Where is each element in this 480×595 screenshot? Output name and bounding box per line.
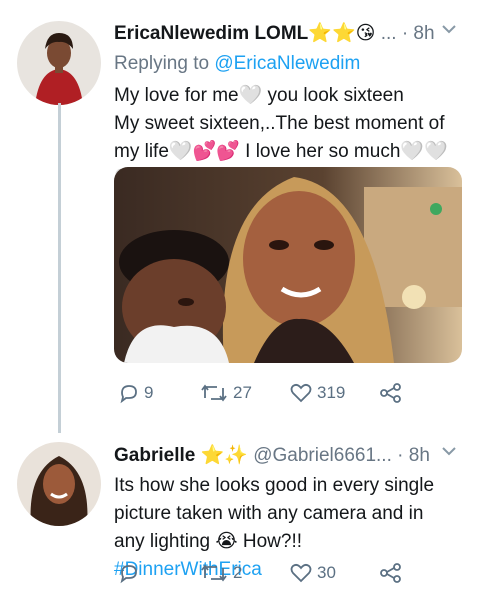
share-icon [380,383,401,403]
tweet-actions: 2 30 [118,562,418,584]
display-name[interactable]: Gabrielle [114,445,195,466]
display-name[interactable]: EricaNlewedim LOML [114,23,308,44]
avatar[interactable] [17,442,101,526]
chevron-down-icon[interactable] [440,442,458,465]
chevron-down-icon[interactable] [440,20,458,43]
retweet-icon [201,384,227,402]
share-button[interactable] [379,562,403,584]
tweet-header: EricaNlewedim LOML⭐⭐😘 ... · 8h [114,22,435,46]
replying-handle[interactable]: @EricaNlewedim [214,53,360,74]
like-button[interactable]: 319 [289,382,379,404]
like-count: 30 [317,563,336,582]
tweet-gabrielle[interactable]: Gabrielle ⭐✨ @Gabriel6661... · 8h Its ho… [0,430,480,595]
reply-icon [120,565,137,584]
name-emoji: ⭐⭐😘 [308,23,376,44]
replying-to: Replying to @EricaNlewedim [114,53,360,75]
tweet-actions: 9 27 319 [118,382,418,404]
like-icon [290,563,312,583]
replying-prefix: Replying to [114,53,210,74]
retweet-button[interactable]: 2 [199,562,289,584]
handle-ellipsis: ... [380,23,397,44]
retweet-count: 2 [233,563,243,582]
timestamp[interactable]: · 8h [397,445,430,466]
reply-button[interactable]: 9 [118,382,178,404]
share-icon [380,563,401,583]
retweet-count: 27 [233,383,252,402]
thread-line [58,103,61,433]
retweet-icon [201,564,227,582]
like-icon [290,383,312,403]
reply-button[interactable] [118,562,178,584]
tweet-erica[interactable]: EricaNlewedim LOML⭐⭐😘 ... · 8h Replying … [0,0,480,433]
handle[interactable]: @Gabriel6661... [253,445,392,466]
timestamp[interactable]: · 8h [402,23,435,44]
reply-count: 9 [144,383,154,402]
tweet-header: Gabrielle ⭐✨ @Gabriel6661... · 8h [114,444,430,468]
reply-icon [120,385,137,404]
retweet-button[interactable]: 27 [199,382,289,404]
tweet-text-main: Its how she looks good in every single p… [114,475,435,552]
name-emoji: ⭐✨ [200,445,248,466]
tweet-photo[interactable] [114,167,462,363]
share-button[interactable] [379,382,403,404]
like-button[interactable]: 30 [289,562,379,584]
like-count: 319 [317,383,346,402]
avatar[interactable] [17,21,101,105]
